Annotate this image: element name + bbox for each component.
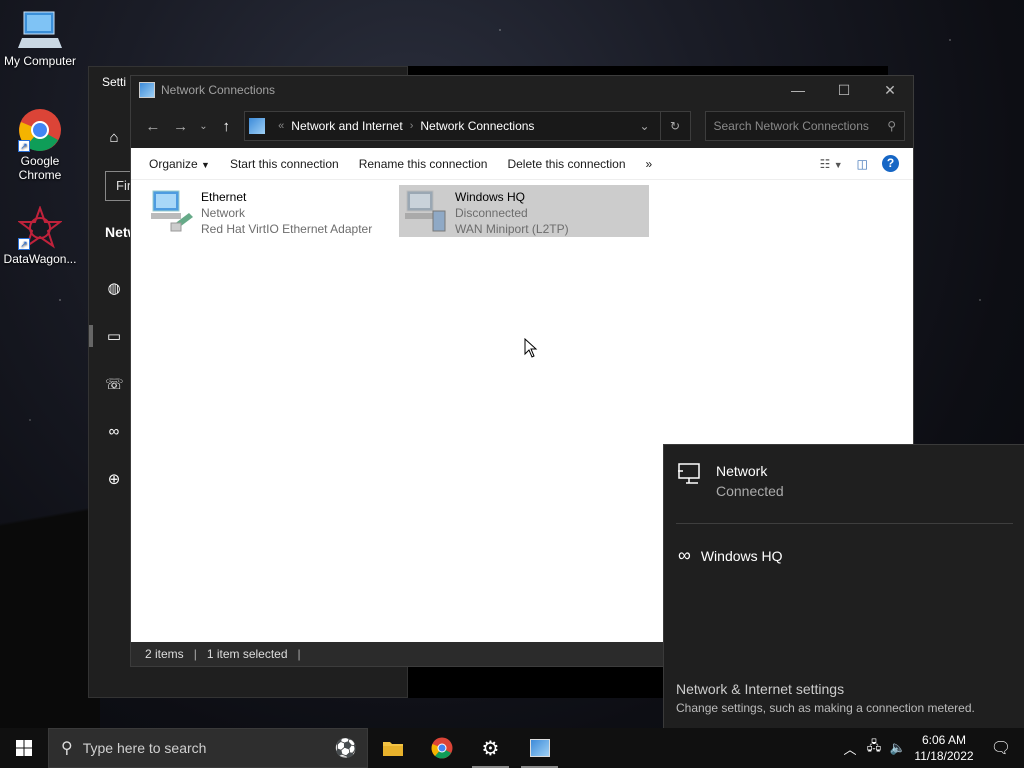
- desktop-icon-datawagon[interactable]: ↗ DataWagon...: [0, 205, 80, 266]
- flyout-network-status: Connected: [716, 483, 784, 499]
- mouse-cursor-icon: [524, 338, 538, 358]
- connection-device: WAN Miniport (L2TP): [455, 222, 569, 236]
- control-panel-icon: [529, 739, 550, 757]
- system-tray: ︿ 🖧 🔈 6:06 AM 11/18/2022 🗨: [838, 728, 1024, 768]
- connection-status: Network: [201, 206, 246, 220]
- delete-connection-button[interactable]: Delete this connection: [497, 157, 635, 171]
- network-flyout: Network Connected ∞ Windows HQ Network &…: [663, 444, 1024, 728]
- volume-icon[interactable]: 🔈: [886, 740, 910, 756]
- shortcut-arrow-icon: ↗: [18, 140, 30, 152]
- vpn-adapter-icon: [403, 189, 449, 233]
- flyout-settings-link[interactable]: Network & Internet settings Change setti…: [676, 681, 975, 715]
- forward-arrow-icon[interactable]: →: [167, 118, 195, 135]
- taskbar-settings[interactable]: ⚙: [466, 728, 515, 768]
- window-title: Network Connections: [161, 83, 276, 97]
- flyout-network-title: Network: [716, 463, 768, 479]
- flyout-divider: [676, 523, 1013, 524]
- recent-locations-chevron-icon[interactable]: ⌄: [195, 121, 213, 132]
- network-connections-app-icon: [139, 82, 155, 98]
- gear-icon: ⚙: [481, 737, 500, 760]
- folder-icon: [382, 742, 403, 756]
- rename-connection-button[interactable]: Rename this connection: [349, 157, 498, 171]
- search-icon: ⚲: [61, 740, 73, 757]
- control-panel-icon: [249, 118, 266, 134]
- taskbar-search-box[interactable]: ⚲ Type here to search ⚽: [48, 728, 368, 768]
- notification-icon[interactable]: 🗨: [978, 738, 1024, 758]
- help-icon[interactable]: ?: [882, 155, 899, 172]
- desktop-mountain: [0, 428, 100, 728]
- clock[interactable]: 6:06 AM 11/18/2022: [910, 732, 978, 764]
- vpn-icon[interactable]: ∞: [105, 423, 123, 441]
- start-connection-button[interactable]: Start this connection: [220, 157, 349, 171]
- chrome-icon: ↗: [18, 108, 62, 152]
- desktop-icon-my-computer[interactable]: My Computer: [0, 8, 80, 68]
- desktop-icon-chrome[interactable]: ↗ Google Chrome: [0, 108, 80, 182]
- connection-name: Windows HQ: [455, 190, 526, 204]
- address-dropdown-icon[interactable]: ⌄: [630, 119, 660, 133]
- more-commands-button[interactable]: »: [636, 157, 663, 171]
- taskbar-search-input[interactable]: Type here to search: [83, 740, 207, 756]
- desktop-icon-label: Google Chrome: [18, 154, 62, 182]
- flyout-network-item[interactable]: Network Connected: [678, 463, 784, 499]
- address-bar[interactable]: « Network and Internet › Network Connect…: [244, 111, 691, 141]
- ethernet-monitor-icon: [678, 463, 700, 484]
- flyout-vpn-name: Windows HQ: [700, 547, 783, 564]
- settings-title: Setti: [102, 75, 127, 89]
- command-bar: Organize ▼ Start this connection Rename …: [131, 148, 913, 180]
- back-arrow-icon[interactable]: ←: [139, 118, 167, 135]
- refresh-icon[interactable]: ↻: [659, 112, 690, 140]
- computer-icon: [18, 8, 62, 52]
- title-bar[interactable]: Network Connections — ☐ ✕: [131, 76, 913, 104]
- ethernet-adapter-icon: [149, 189, 195, 233]
- selected-count: 1 item selected: [206, 647, 288, 661]
- search-highlight-icon: ⚽: [334, 738, 357, 758]
- connection-device: Red Hat VirtIO Ethernet Adapter: [201, 222, 373, 236]
- network-icon[interactable]: 🖧: [862, 737, 886, 759]
- breadcrumb-network-connections[interactable]: Network Connections: [420, 119, 534, 133]
- globe-status-icon[interactable]: ◍: [105, 280, 123, 298]
- maximize-button[interactable]: ☐: [821, 82, 867, 99]
- taskbar-network-connections[interactable]: [515, 728, 564, 768]
- search-input[interactable]: Search Network Connections: [714, 119, 869, 133]
- connection-item-windows-hq[interactable]: Windows HQ Disconnected WAN Miniport (L2…: [399, 185, 649, 237]
- taskbar-file-explorer[interactable]: [368, 728, 417, 768]
- change-view-icon[interactable]: ☷ ▼: [820, 157, 843, 171]
- datawagon-icon: ↗: [17, 205, 63, 250]
- connection-status: Disconnected: [455, 206, 528, 220]
- up-arrow-icon[interactable]: ↑: [212, 118, 240, 135]
- desktop-icon-label: My Computer: [3, 54, 77, 68]
- navigation-bar: ← → ⌄ ↑ « Network and Internet › Network…: [131, 104, 913, 148]
- breadcrumb-separator-icon[interactable]: ›: [410, 120, 414, 132]
- connection-item-ethernet[interactable]: Ethernet Network Red Hat VirtIO Ethernet…: [145, 185, 395, 237]
- organize-button[interactable]: Organize ▼: [139, 157, 220, 171]
- close-button[interactable]: ✕: [867, 82, 913, 99]
- minimize-button[interactable]: —: [775, 82, 821, 98]
- ethernet-icon[interactable]: ▭: [105, 328, 123, 346]
- flyout-settings-title[interactable]: Network & Internet settings: [676, 681, 975, 697]
- breadcrumb-overflow-icon[interactable]: «: [278, 120, 284, 132]
- flyout-settings-desc: Change settings, such as making a connec…: [676, 701, 975, 715]
- item-count: 2 items: [145, 647, 184, 661]
- desktop-icon-label: DataWagon...: [3, 252, 77, 266]
- chrome-icon: [431, 737, 452, 759]
- taskbar-chrome[interactable]: [417, 728, 466, 768]
- search-icon: ⚲: [887, 119, 896, 133]
- shortcut-arrow-icon: ↗: [18, 238, 30, 250]
- selection-indicator: [89, 325, 93, 347]
- connection-name: Ethernet: [201, 190, 247, 204]
- chevron-up-icon[interactable]: ︿: [838, 739, 862, 758]
- clock-time: 6:06 AM: [921, 733, 967, 747]
- dialup-icon[interactable]: ☏: [105, 376, 124, 394]
- breadcrumb-network-and-internet[interactable]: Network and Internet: [291, 119, 402, 133]
- taskbar: ⚲ Type here to search ⚽ ⚙ ︿ 🖧 🔈 6:06 AM …: [0, 728, 1024, 768]
- flyout-vpn-item[interactable]: ∞ Windows HQ: [678, 545, 783, 566]
- proxy-globe-icon[interactable]: ⊕: [105, 471, 123, 489]
- windows-logo-icon: [16, 740, 32, 756]
- start-button[interactable]: [0, 728, 48, 768]
- vpn-icon: ∞: [678, 545, 691, 565]
- preview-pane-icon[interactable]: ◫: [857, 157, 868, 171]
- search-box[interactable]: Search Network Connections ⚲: [704, 111, 905, 141]
- home-icon[interactable]: ⌂: [105, 129, 123, 147]
- clock-date: 11/18/2022: [914, 749, 974, 763]
